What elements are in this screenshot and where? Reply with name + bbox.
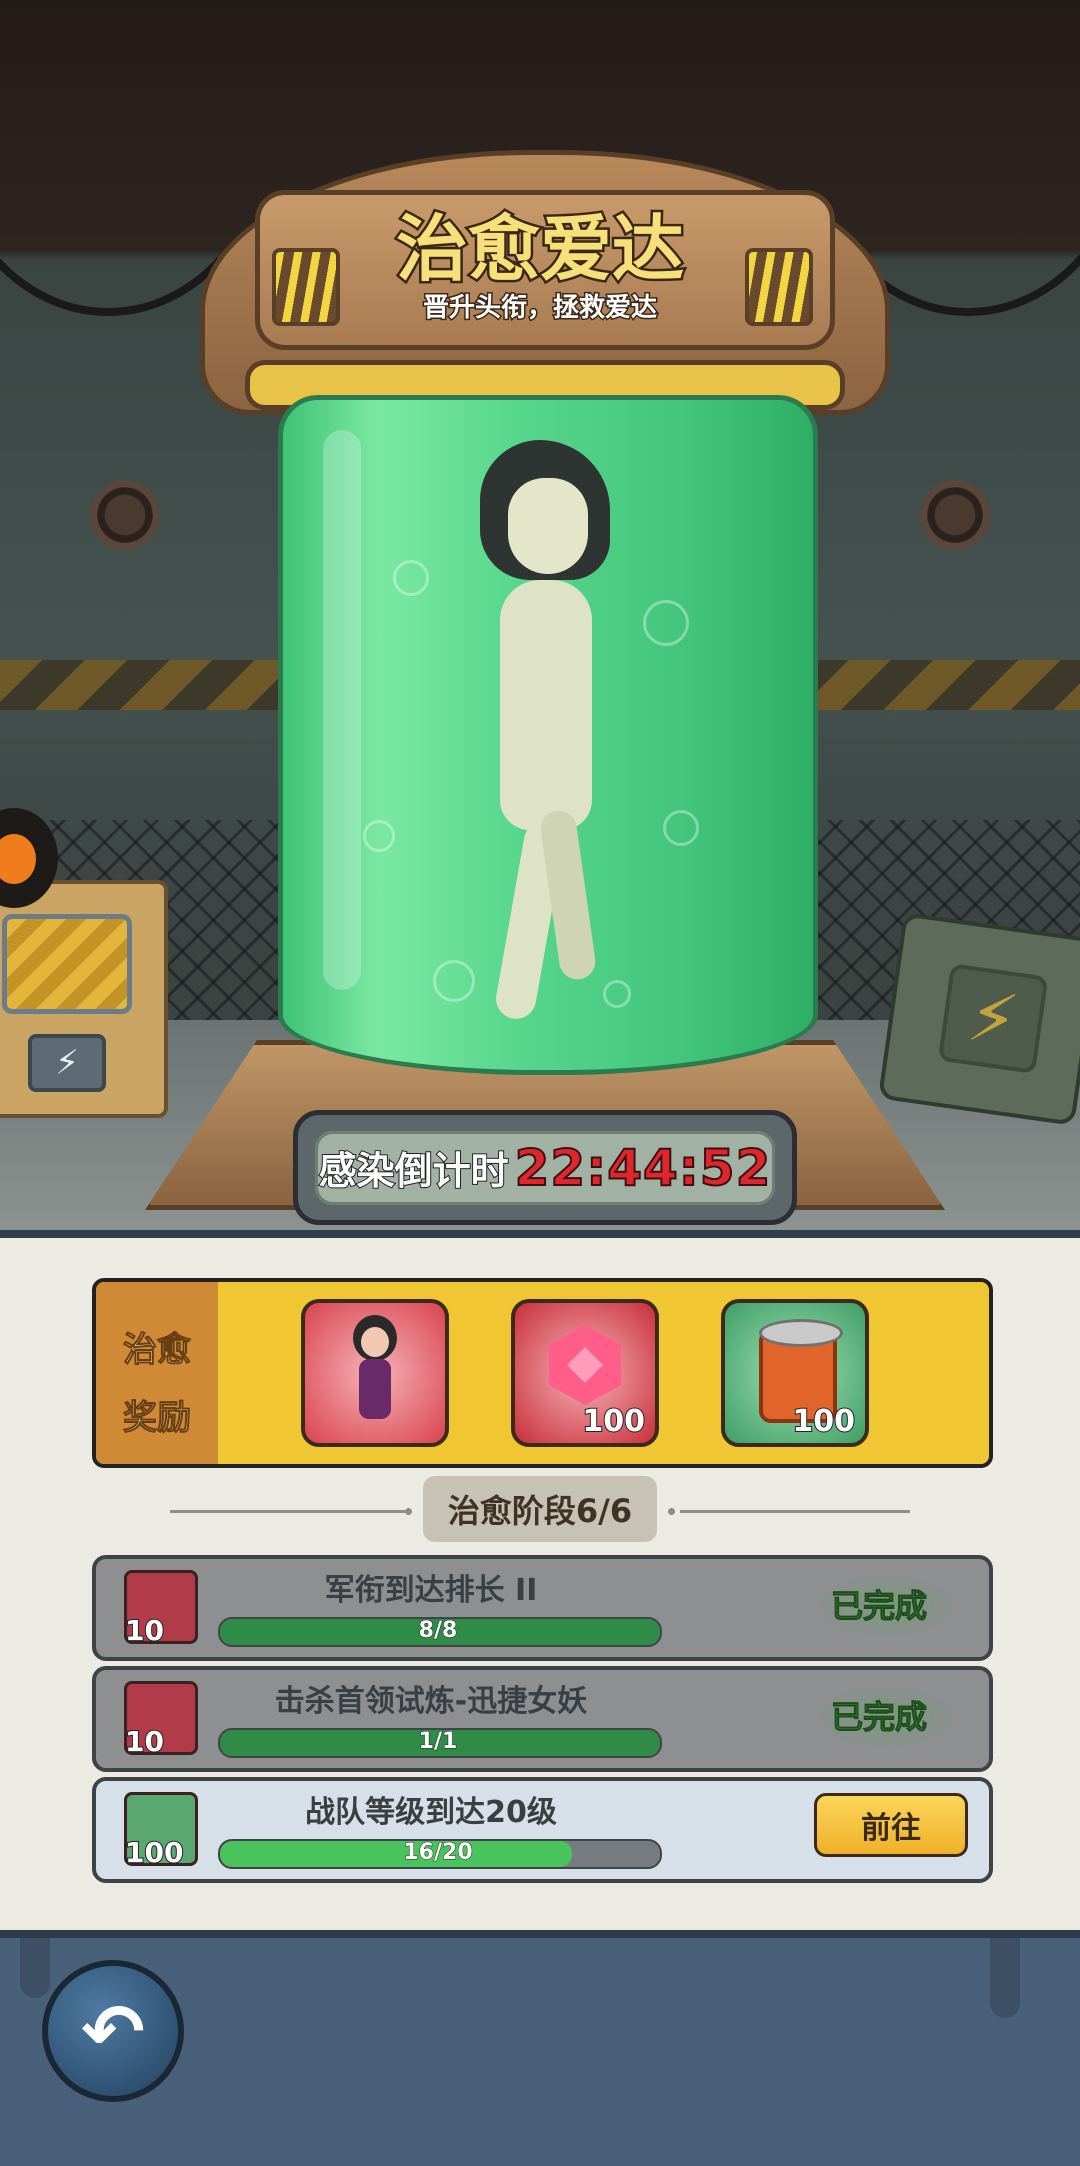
task-status: 已完成: [830, 1587, 928, 1626]
task-status: 已完成: [830, 1698, 928, 1737]
back-arrow-icon: ↶: [81, 1986, 145, 2076]
ruby-gem-icon: [549, 1325, 621, 1405]
task-progress-text: 16/20: [403, 1840, 473, 1866]
power-plug-icon: ⚡: [28, 1034, 106, 1092]
bubble: [663, 810, 699, 846]
ruby-gem-icon: 10: [124, 1570, 198, 1648]
bubble: [363, 820, 395, 852]
bubble: [393, 560, 429, 596]
wall-vent: [920, 480, 990, 550]
cure-reward-bar: 治愈 奖励 100 100: [92, 1278, 993, 1468]
hazard-panel: [2, 914, 132, 1014]
countdown-value: 22:44:52: [514, 1138, 772, 1198]
bubble: [643, 600, 689, 646]
wall-vent: [90, 480, 160, 550]
task-title: 击杀首领试炼-迅捷女妖: [274, 1684, 588, 1719]
reward-item-hero[interactable]: [301, 1299, 449, 1447]
task-title: 军衔到达排长 II: [324, 1573, 538, 1608]
lightning-icon: ⚡: [937, 963, 1049, 1074]
hero-portrait-icon: [345, 1315, 405, 1425]
countdown-label: 感染倒计时: [318, 1148, 510, 1194]
capsule-scene: ⚡ ⚡ 治愈爱达 晋升头衔，拯救爱达 感染倒计时 22:44:52: [0, 0, 1080, 1230]
task-progress-text: 1/1: [418, 1729, 458, 1755]
task-title: 战队等级到达20级: [305, 1795, 557, 1830]
task-row: 100 战队等级到达20级 16/20 前往: [92, 1777, 993, 1883]
reward-item-gem[interactable]: 100: [511, 1299, 659, 1447]
task-row: 10 击杀首领试炼-迅捷女妖 1/1 已完成: [92, 1666, 993, 1772]
stage-divider: 治愈阶段6/6: [170, 1476, 910, 1542]
power-box: ⚡: [0, 880, 168, 1118]
cure-stage-badge: 治愈阶段6/6: [423, 1476, 657, 1542]
reward-item-can[interactable]: 100: [721, 1299, 869, 1447]
glass-shine: [323, 430, 361, 990]
ada-character: [460, 440, 630, 1022]
reward-quantity: 100: [791, 1403, 856, 1440]
page-subtitle: 晋升头衔，拯救爱达: [421, 292, 658, 325]
task-row: 10 军衔到达排长 II 8/8 已完成: [92, 1555, 993, 1661]
page-title: 治愈爱达: [393, 205, 686, 294]
infection-countdown: 感染倒计时 22:44:52: [293, 1110, 797, 1225]
go-button[interactable]: 前往: [814, 1793, 968, 1857]
ruby-gem-icon: 10: [124, 1681, 198, 1759]
back-button[interactable]: ↶: [42, 1960, 184, 2102]
battery-crate: ⚡: [877, 912, 1080, 1126]
reward-quantity: 100: [581, 1403, 646, 1440]
food-can-icon: 100: [124, 1792, 198, 1870]
task-progress-text: 8/8: [418, 1618, 458, 1644]
pet-icon: [0, 834, 36, 884]
reward-label: 治愈 奖励: [96, 1282, 218, 1464]
